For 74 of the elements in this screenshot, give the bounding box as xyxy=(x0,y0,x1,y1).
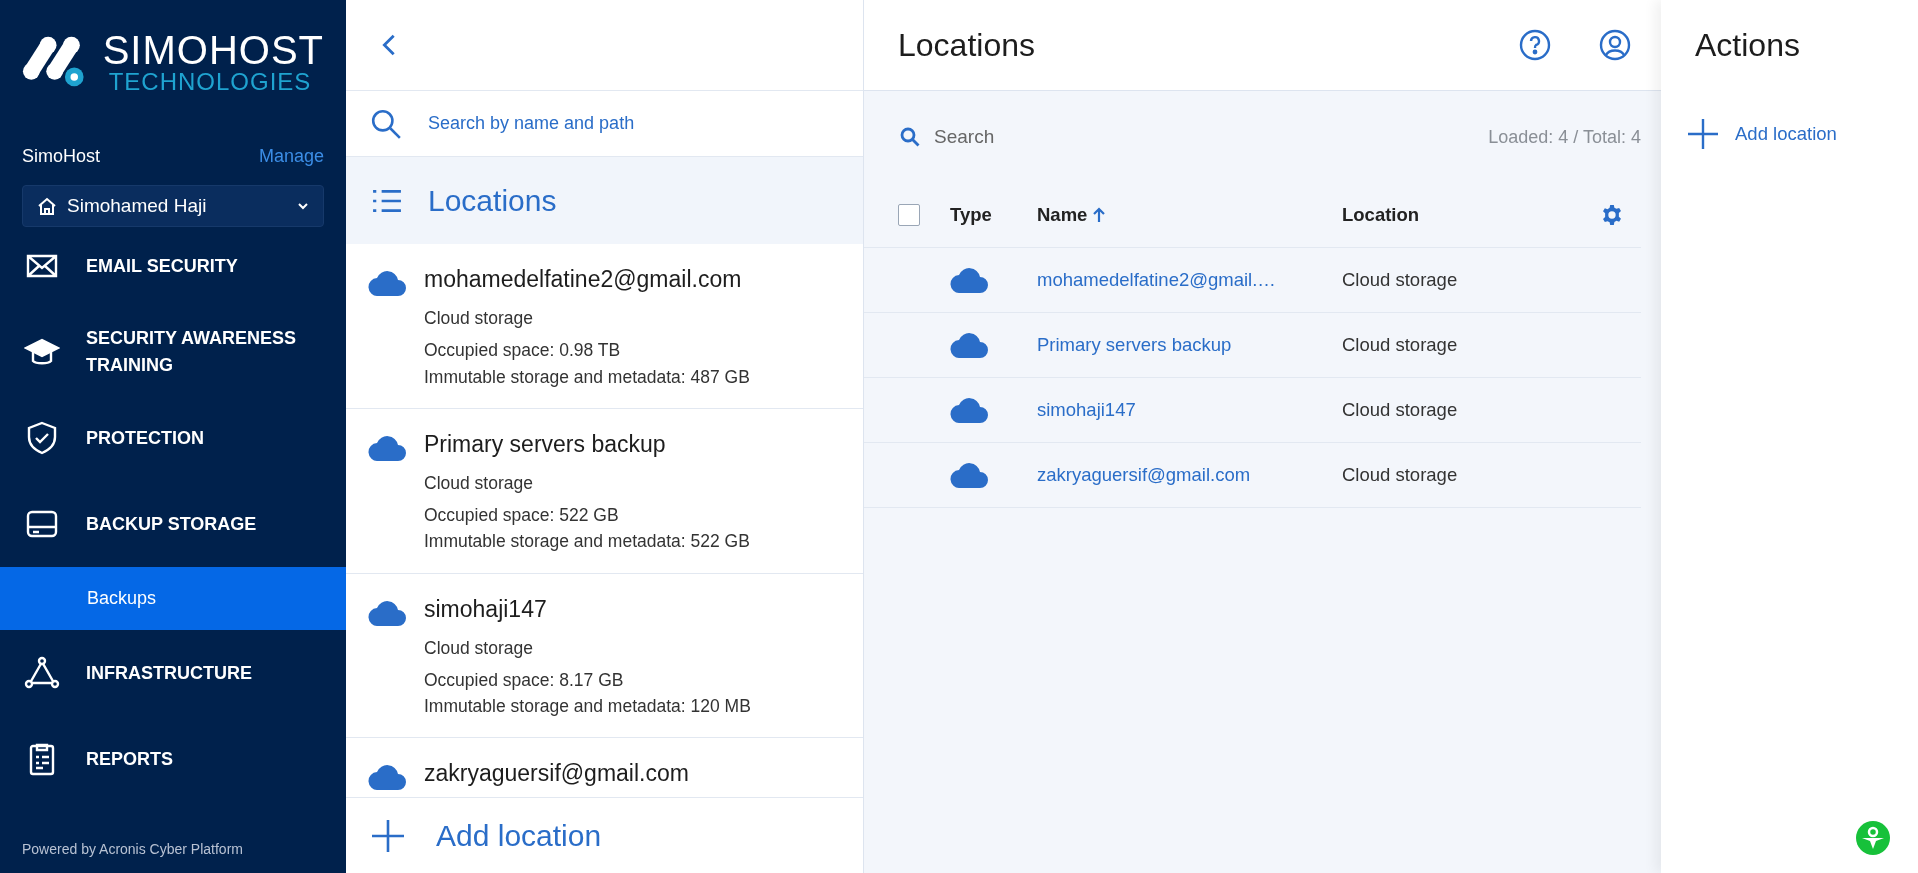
cloud-icon xyxy=(950,462,990,488)
column-header[interactable]: Location xyxy=(1342,204,1420,226)
cloud-icon xyxy=(368,270,408,296)
cloud-icon xyxy=(368,764,408,791)
column-header[interactable]: Name xyxy=(1037,204,1106,226)
nav-subitem[interactable]: Backups xyxy=(0,567,346,630)
triangle-nodes-icon xyxy=(24,655,60,691)
location-link[interactable]: zakryaguersif@gmail.com xyxy=(1037,464,1251,485)
logo-title: SIMOHOST xyxy=(102,30,324,70)
location-link[interactable]: simohaji147 xyxy=(1037,399,1136,420)
location-card[interactable]: simohaji147 Cloud storage Occupied space: 8.17 GB Immutable storage and metadata: 120 MB xyxy=(346,573,863,739)
nav-item[interactable]: REPORTS xyxy=(0,716,346,802)
settings-icon[interactable] xyxy=(1601,204,1623,226)
location-card[interactable]: zakryaguersif@gmail.com xyxy=(346,738,863,797)
section-title: Locations xyxy=(428,183,557,218)
plus-icon xyxy=(1687,118,1719,150)
search-field[interactable]: Search xyxy=(932,125,1181,149)
select-all-checkbox[interactable] xyxy=(898,204,920,226)
immutable-storage: Immutable storage and metadata: 120 MB xyxy=(424,695,751,718)
location-name: mohamedelfatine2@gmail.com xyxy=(424,266,743,293)
manage-link[interactable]: Manage xyxy=(258,146,324,167)
table-cell: Cloud storage xyxy=(1342,464,1458,485)
cloud-icon xyxy=(368,599,408,626)
nav-item[interactable]: SECURITY AWARENESS TRAINING xyxy=(0,309,346,395)
help-icon[interactable] xyxy=(1519,29,1551,61)
item-counter: Loaded: 4 / Total: 4 xyxy=(1488,126,1641,148)
location-name: zakryaguersif@gmail.com xyxy=(424,760,689,788)
tenant-dropdown[interactable]: Simohamed Haji xyxy=(22,185,324,227)
house-icon xyxy=(37,196,57,216)
location-link[interactable]: mohamedelfatine2@gmail.… xyxy=(1037,269,1276,290)
chevron-left-icon xyxy=(382,33,396,57)
occupied-space: Occupied space: 8.17 GB xyxy=(424,668,625,692)
search-icon xyxy=(370,107,402,140)
occupied-space: Occupied space: 522 GB xyxy=(424,504,620,527)
nav-item[interactable]: PROTECTION xyxy=(0,395,346,481)
table-row[interactable]: Primary servers backup Cloud storage xyxy=(864,313,1641,378)
table-cell: Cloud storage xyxy=(1342,399,1458,420)
logo-subtitle: TECHNOLOGIES xyxy=(108,70,313,94)
table-row[interactable]: mohamedelfatine2@gmail.… Cloud storage xyxy=(864,248,1641,313)
powered-by-text: Powered by Acronis Cyber Platform xyxy=(22,841,243,857)
table-cell: Cloud storage xyxy=(1342,334,1458,355)
table-cell: Cloud storage xyxy=(1342,269,1458,290)
search-icon xyxy=(900,127,920,147)
search-field[interactable]: Search by name and path xyxy=(426,112,863,135)
location-card[interactable]: Primary servers backup Cloud storage Occupied space: 522 GB Immutable storage and metadata: 522 GB xyxy=(346,408,863,574)
user-icon[interactable] xyxy=(1599,29,1631,61)
cloud-icon xyxy=(950,332,990,358)
add-location-button[interactable]: Add location xyxy=(1661,90,1863,178)
chevron-down-icon xyxy=(297,202,309,210)
location-name: simohaji147 xyxy=(424,595,548,623)
list-icon xyxy=(372,187,402,214)
location-card[interactable]: mohamedelfatine2@gmail.com Cloud storage Occupied space: 0.98 TB Immutable storage and metadata: 487 GB xyxy=(346,244,863,409)
location-link[interactable]: Primary servers backup xyxy=(1037,334,1232,355)
nav-item[interactable]: INFRASTRUCTURE xyxy=(0,630,346,716)
location-type: Cloud storage xyxy=(424,307,534,330)
column-header[interactable]: Type xyxy=(950,204,992,226)
cloud-icon xyxy=(368,434,408,461)
occupied-space: Occupied space: 0.98 TB xyxy=(424,339,622,363)
plus-icon xyxy=(370,817,406,854)
location-type: Cloud storage xyxy=(424,636,534,660)
nav-item[interactable]: BACKUP STORAGE xyxy=(0,481,346,567)
table-row[interactable]: zakryaguersif@gmail.com Cloud storage xyxy=(864,443,1641,508)
immutable-storage: Immutable storage and metadata: 522 GB xyxy=(424,530,750,554)
cloud-icon xyxy=(950,267,990,293)
location-name: Primary servers backup xyxy=(424,430,667,458)
panel-title: Actions xyxy=(1694,25,1801,65)
add-location-button[interactable]: Add location xyxy=(346,797,863,873)
table-row[interactable]: simohaji147 Cloud storage xyxy=(864,378,1641,443)
account-name: SimoHost xyxy=(22,146,101,167)
location-type: Cloud storage xyxy=(424,471,534,495)
immutable-storage: Immutable storage and metadata: 487 GB xyxy=(424,365,750,389)
back-button[interactable] xyxy=(382,33,396,57)
cloud-icon xyxy=(950,397,990,423)
page-title: Locations xyxy=(898,26,1035,64)
